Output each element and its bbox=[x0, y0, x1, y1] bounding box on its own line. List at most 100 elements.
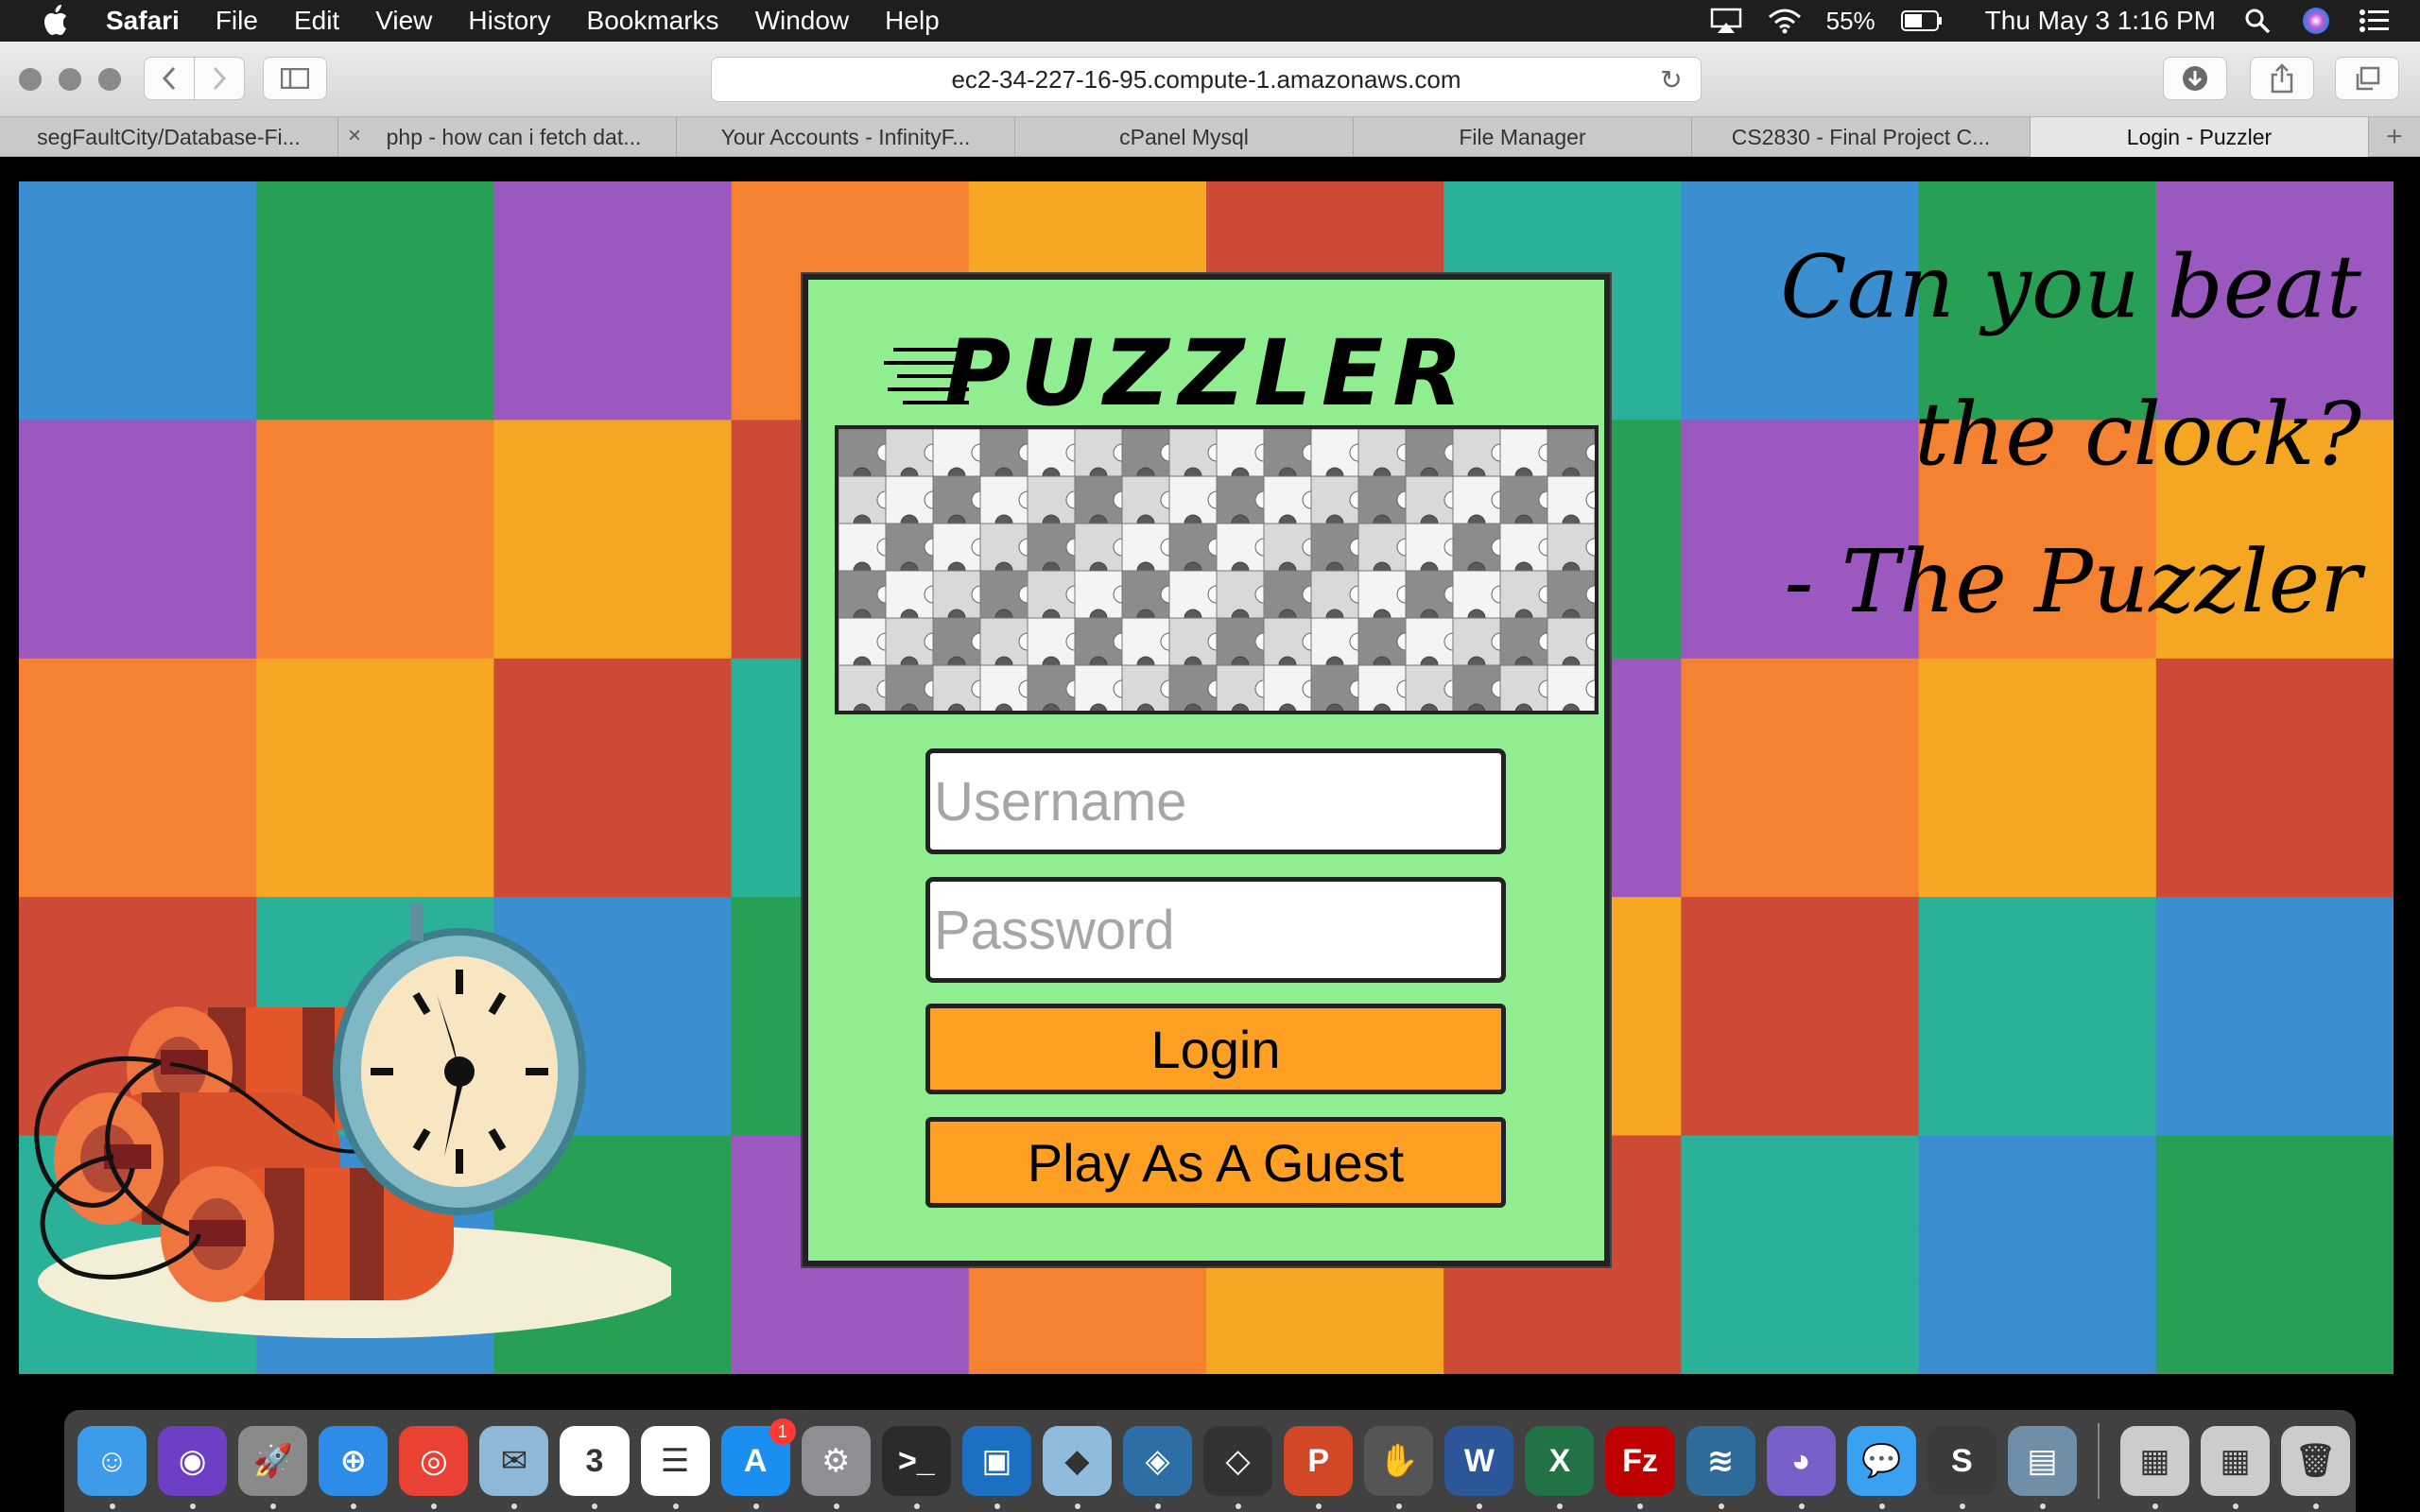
menubar-clock[interactable]: Thu May 3 1:16 PM bbox=[1985, 6, 2216, 36]
running-indicator bbox=[672, 1503, 679, 1509]
preview-icon[interactable]: ▤ bbox=[2007, 1426, 2077, 1509]
puzzle-tile bbox=[493, 181, 733, 421]
siri-menubar-icon[interactable] bbox=[2299, 7, 2333, 35]
reload-icon[interactable]: ↻ bbox=[1655, 63, 1687, 95]
tab-php-question[interactable]: × php - how can i fetch dat... bbox=[338, 117, 677, 157]
tab-cpanel-mysql[interactable]: cPanel Mysql bbox=[1015, 117, 1354, 157]
window-close-button[interactable] bbox=[19, 68, 42, 91]
dock-glyph: ≋ bbox=[1706, 1443, 1735, 1479]
tab-label: segFaultCity/Database-Fi... bbox=[37, 124, 301, 149]
dock-glyph: 3 bbox=[585, 1442, 604, 1479]
tab-label: File Manager bbox=[1459, 124, 1586, 149]
app-menu-safari[interactable]: Safari bbox=[106, 6, 180, 36]
tab-login-puzzler[interactable]: Login - Puzzler bbox=[2031, 117, 2369, 157]
apple-menu-icon[interactable] bbox=[38, 4, 72, 38]
menu-history[interactable]: History bbox=[468, 6, 550, 36]
finder-icon[interactable]: ☺ bbox=[78, 1426, 147, 1509]
dock-glyph: 🗑 bbox=[2295, 1443, 2337, 1479]
spotlight-search-icon[interactable] bbox=[2240, 7, 2274, 35]
dock-glyph: 💬 bbox=[1861, 1443, 1902, 1479]
dock-glyph: >_ bbox=[897, 1442, 935, 1479]
web-content: Can you beat the clock? - The Puzzler PU… bbox=[0, 157, 2420, 1400]
close-tab-icon[interactable]: × bbox=[348, 123, 361, 149]
running-indicator bbox=[1637, 1503, 1644, 1509]
sidebar-button[interactable] bbox=[263, 57, 327, 100]
chrome-doc-icon[interactable]: ▦ bbox=[2201, 1426, 2271, 1509]
virtualbox-icon[interactable]: ◈ bbox=[1123, 1426, 1193, 1509]
dock: ☺ ◉ 🚀 ⊕ ◎ ✉ 3 ☰ A 1 ⚙ >_ ▣ ◆ ◈ ◇ P ✋ W X Fz ≋ ◕ 💬 S ▤ ▦ ▦ 🗑 bbox=[64, 1410, 2356, 1512]
menu-window[interactable]: Window bbox=[755, 6, 850, 36]
tab-database-repo[interactable]: segFaultCity/Database-Fi... bbox=[0, 117, 338, 157]
powerpoint-icon[interactable]: P bbox=[1284, 1426, 1354, 1509]
calendar-icon[interactable]: 3 bbox=[560, 1426, 630, 1509]
back-button[interactable] bbox=[144, 57, 195, 100]
launchpad-icon[interactable]: 🚀 bbox=[238, 1426, 308, 1509]
safari-icon[interactable]: ⊕ bbox=[319, 1426, 389, 1509]
mail-icon[interactable]: ✉ bbox=[479, 1426, 549, 1509]
menu-help[interactable]: Help bbox=[885, 6, 940, 36]
mysql-workbench-icon[interactable]: ≋ bbox=[1685, 1426, 1755, 1509]
dock-glyph: ◈ bbox=[1145, 1443, 1170, 1479]
username-input[interactable]: Username bbox=[925, 748, 1506, 854]
menu-bookmarks[interactable]: Bookmarks bbox=[587, 6, 719, 36]
menu-view[interactable]: View bbox=[375, 6, 432, 36]
dock-glyph: ⊕ bbox=[339, 1443, 368, 1479]
address-bar[interactable]: ec2-34-227-16-95.compute-1.amazonaws.com… bbox=[711, 57, 1702, 102]
tab-cs2830-final-project[interactable]: CS2830 - Final Project C... bbox=[1692, 117, 2031, 157]
login-button-label: Login bbox=[1150, 1019, 1281, 1079]
reminders-icon[interactable]: ☰ bbox=[640, 1426, 710, 1509]
running-indicator bbox=[1074, 1503, 1080, 1509]
messages-icon[interactable]: 💬 bbox=[1846, 1426, 1916, 1509]
excel-icon[interactable]: X bbox=[1525, 1426, 1595, 1509]
new-tab-button[interactable]: + bbox=[2369, 117, 2420, 156]
menu-file[interactable]: File bbox=[216, 6, 258, 36]
chrome-icon[interactable]: ◎ bbox=[399, 1426, 469, 1509]
cube-app-icon[interactable]: ◆ bbox=[1042, 1426, 1113, 1509]
tab-file-manager[interactable]: File Manager bbox=[1354, 117, 1692, 157]
dock-glyph: ◕ bbox=[1790, 1442, 1811, 1479]
menu-edit[interactable]: Edit bbox=[294, 6, 339, 36]
terminal-icon[interactable]: >_ bbox=[881, 1426, 951, 1509]
wifi-icon[interactable] bbox=[1768, 7, 1802, 35]
downloads-button[interactable] bbox=[2163, 57, 2227, 100]
running-indicator bbox=[110, 1503, 115, 1509]
svg-text:PUZZLER: PUZZLER bbox=[944, 321, 1472, 416]
username-placeholder: Username bbox=[934, 770, 1187, 833]
filezilla-doc-icon[interactable]: ▦ bbox=[2119, 1426, 2189, 1509]
window-minimize-button[interactable] bbox=[59, 68, 81, 91]
puzzle-tile bbox=[1681, 658, 1920, 899]
puzzle-tile bbox=[1918, 658, 2157, 899]
puzzle-tile bbox=[2155, 658, 2394, 899]
siri-icon[interactable]: ◉ bbox=[158, 1426, 228, 1509]
puzzle-tile bbox=[256, 420, 495, 660]
dock-glyph: P bbox=[1307, 1442, 1330, 1479]
window-app-icon[interactable]: ▣ bbox=[961, 1426, 1031, 1509]
battery-icon[interactable] bbox=[1900, 7, 1944, 35]
system-preferences-icon[interactable]: ⚙ bbox=[801, 1426, 871, 1509]
app-store-icon[interactable]: A1 bbox=[720, 1418, 796, 1509]
share-button[interactable] bbox=[2250, 57, 2314, 100]
sublime-text-icon[interactable]: S bbox=[1927, 1426, 1996, 1509]
password-input[interactable]: Password bbox=[925, 877, 1506, 983]
window-zoom-button[interactable] bbox=[98, 68, 121, 91]
word-icon[interactable]: W bbox=[1444, 1426, 1514, 1509]
show-tabs-button[interactable] bbox=[2335, 57, 2399, 100]
filezilla-icon[interactable]: Fz bbox=[1605, 1426, 1675, 1509]
puzzle-tile bbox=[493, 658, 733, 899]
forward-button[interactable] bbox=[194, 57, 245, 100]
tab-infinityfree-accounts[interactable]: Your Accounts - InfinityF... bbox=[677, 117, 1015, 157]
guest-button-label: Play As A Guest bbox=[1027, 1132, 1405, 1193]
chevron-left-icon bbox=[162, 66, 176, 91]
gesture-app-icon[interactable]: ✋ bbox=[1364, 1426, 1434, 1509]
trash-icon[interactable]: 🗑 bbox=[2281, 1426, 2351, 1509]
login-button[interactable]: Login bbox=[925, 1004, 1506, 1094]
notification-center-icon[interactable] bbox=[2358, 7, 2392, 35]
github-desktop-icon[interactable]: ◕ bbox=[1766, 1426, 1836, 1509]
play-as-guest-button[interactable]: Play As A Guest bbox=[925, 1117, 1506, 1208]
unity-icon[interactable]: ◇ bbox=[1203, 1426, 1273, 1509]
running-indicator bbox=[1316, 1503, 1322, 1509]
running-indicator bbox=[592, 1503, 598, 1509]
puzzle-tile bbox=[1918, 897, 2157, 1137]
airplay-icon[interactable] bbox=[1709, 7, 1743, 35]
dock-glyph: ☺ bbox=[95, 1442, 129, 1479]
